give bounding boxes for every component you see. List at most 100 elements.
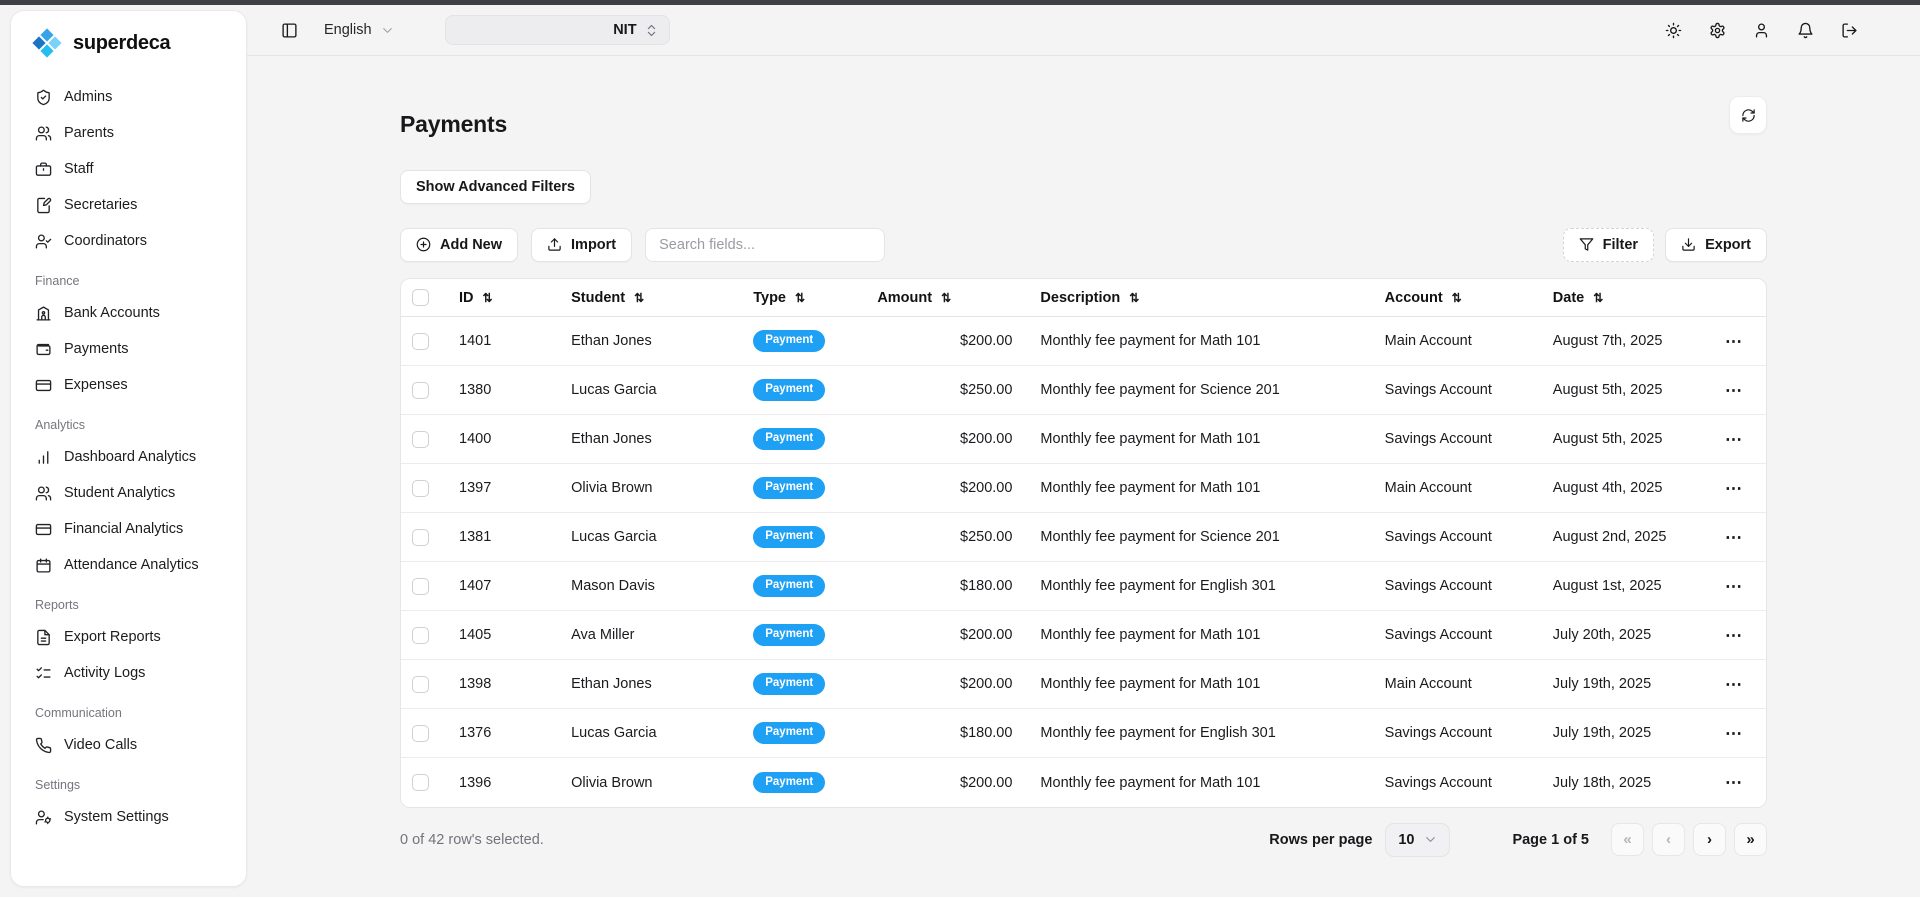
- sidebar-item-bank-accounts[interactable]: Bank Accounts: [24, 295, 233, 331]
- row-checkbox[interactable]: [412, 479, 429, 497]
- sidebar-item-staff[interactable]: Staff: [24, 151, 233, 187]
- sort-icon[interactable]: ⇅: [795, 291, 805, 305]
- theme-toggle-button[interactable]: [1665, 22, 1682, 39]
- search-input[interactable]: [645, 227, 886, 262]
- row-checkbox[interactable]: [412, 675, 429, 693]
- cell-description: Monthly fee payment for Math 101: [1026, 414, 1371, 465]
- first-page-button[interactable]: «: [1611, 823, 1644, 857]
- language-selector[interactable]: English: [324, 22, 395, 38]
- export-button[interactable]: Export: [1665, 227, 1767, 262]
- table-header-row: ID ⇅ Student ⇅ Type ⇅ Amount ⇅ Description ⇅ …: [401, 278, 1766, 318]
- row-checkbox[interactable]: [412, 332, 429, 350]
- previous-page-button[interactable]: ‹: [1652, 823, 1685, 857]
- selection-info: 0 of 42 row's selected.: [400, 831, 544, 848]
- last-page-button[interactable]: »: [1734, 823, 1767, 857]
- sidebar-item-video-calls[interactable]: Video Calls: [24, 727, 233, 763]
- cell-description: Monthly fee payment for Math 101: [1026, 463, 1371, 514]
- column-header-account[interactable]: Account ⇅: [1385, 290, 1462, 306]
- row-checkbox[interactable]: [412, 577, 429, 595]
- user-cog-icon: [35, 809, 52, 825]
- row-actions-button[interactable]: ⋯: [1719, 576, 1749, 597]
- school-selector[interactable]: NIT: [444, 15, 670, 45]
- cell-student: Ava Miller: [557, 610, 740, 661]
- sidebar-item-admins[interactable]: Admins: [24, 79, 233, 115]
- row-actions-button[interactable]: ⋯: [1719, 331, 1749, 352]
- rows-per-page-select[interactable]: 10: [1385, 822, 1451, 857]
- row-actions-button[interactable]: ⋯: [1719, 772, 1749, 793]
- sidebar-toggle-button[interactable]: [281, 22, 298, 39]
- sidebar-item-financial-analytics[interactable]: Financial Analytics: [24, 511, 233, 547]
- column-header-type[interactable]: Type ⇅: [753, 290, 805, 306]
- sidebar-item-secretaries[interactable]: Secretaries: [24, 187, 233, 223]
- sidebar-item-parents[interactable]: Parents: [24, 115, 233, 151]
- sidebar-item-student-analytics[interactable]: Student Analytics: [24, 475, 233, 511]
- payment-type-badge: Payment: [753, 526, 826, 549]
- settings-button[interactable]: [1709, 22, 1726, 39]
- cell-amount: $200.00: [863, 414, 1027, 465]
- funnel-icon: [1579, 238, 1593, 252]
- sidebar-item-system-settings[interactable]: System Settings: [24, 799, 233, 835]
- bank-building-icon: [36, 305, 51, 321]
- column-header-student[interactable]: Student ⇅: [571, 290, 644, 306]
- table-row: 1400 Ethan Jones Payment $200.00 Monthly…: [401, 414, 1766, 465]
- refresh-button[interactable]: [1729, 96, 1767, 134]
- list-checks-icon: [36, 666, 51, 678]
- column-header-id[interactable]: ID ⇅: [459, 290, 493, 306]
- sidebar-item-activity-logs[interactable]: Activity Logs: [24, 655, 233, 691]
- row-checkbox[interactable]: [412, 724, 429, 742]
- sidebar-item-dashboard-analytics[interactable]: Dashboard Analytics: [24, 439, 233, 475]
- sidebar-item-label: Secretaries: [64, 197, 138, 213]
- sort-icon[interactable]: ⇅: [941, 291, 951, 305]
- credit-card-icon: [35, 523, 52, 535]
- sort-icon[interactable]: ⇅: [634, 291, 644, 305]
- sort-icon[interactable]: ⇅: [1593, 291, 1603, 305]
- cell-account: Savings Account: [1370, 512, 1539, 563]
- sidebar-item-coordinators[interactable]: Coordinators: [24, 223, 233, 259]
- notifications-button[interactable]: [1797, 22, 1814, 39]
- brand-logo-row[interactable]: superdeca: [11, 27, 246, 69]
- school-selector-value: NIT: [613, 22, 637, 38]
- cell-account: Savings Account: [1370, 365, 1539, 416]
- show-advanced-filters-button[interactable]: Show Advanced Filters: [400, 169, 591, 204]
- filter-button[interactable]: Filter: [1562, 227, 1655, 262]
- row-actions-button[interactable]: ⋯: [1719, 527, 1749, 548]
- column-header-date[interactable]: Date ⇅: [1553, 290, 1604, 306]
- select-all-checkbox[interactable]: [412, 289, 429, 307]
- sidebar-item-expenses[interactable]: Expenses: [24, 367, 233, 403]
- column-header-description[interactable]: Description ⇅: [1040, 290, 1139, 306]
- cell-id: 1398: [445, 659, 558, 710]
- next-page-button[interactable]: ›: [1693, 823, 1726, 857]
- import-button[interactable]: Import: [531, 227, 633, 262]
- row-actions-button[interactable]: ⋯: [1719, 478, 1749, 499]
- cell-account: Savings Account: [1370, 414, 1539, 465]
- row-checkbox[interactable]: [412, 430, 429, 448]
- row-actions-button[interactable]: ⋯: [1719, 429, 1749, 450]
- payment-type-badge: Payment: [753, 575, 826, 598]
- logout-button[interactable]: [1841, 22, 1858, 39]
- row-checkbox[interactable]: [412, 381, 429, 399]
- sort-icon[interactable]: ⇅: [483, 291, 493, 305]
- table-row: 1407 Mason Davis Payment $180.00 Monthly…: [401, 561, 1766, 612]
- row-actions-button[interactable]: ⋯: [1719, 625, 1749, 646]
- sidebar-item-attendance-analytics[interactable]: Attendance Analytics: [24, 547, 233, 583]
- payment-type-badge: Payment: [753, 624, 826, 647]
- cell-date: August 4th, 2025: [1538, 463, 1702, 514]
- profile-button[interactable]: [1753, 22, 1770, 39]
- row-checkbox[interactable]: [412, 528, 429, 546]
- sidebar-item-export-reports[interactable]: Export Reports: [24, 619, 233, 655]
- shield-check-icon: [37, 89, 50, 105]
- row-actions-button[interactable]: ⋯: [1719, 380, 1749, 401]
- sort-icon[interactable]: ⇅: [1452, 291, 1462, 305]
- column-header-amount[interactable]: Amount ⇅: [877, 290, 951, 306]
- credit-card-icon: [35, 379, 52, 391]
- sidebar-item-payments[interactable]: Payments: [24, 331, 233, 367]
- row-checkbox[interactable]: [412, 774, 429, 792]
- row-actions-button[interactable]: ⋯: [1719, 723, 1749, 744]
- sidebar-nav: Admins Parents Staff Secretaries Coordin…: [11, 69, 246, 835]
- row-checkbox[interactable]: [412, 626, 429, 644]
- filter-label: Filter: [1602, 236, 1639, 253]
- sidebar-item-label: Activity Logs: [64, 665, 146, 681]
- add-new-button[interactable]: Add New: [400, 227, 519, 262]
- sort-icon[interactable]: ⇅: [1129, 291, 1139, 305]
- row-actions-button[interactable]: ⋯: [1719, 674, 1749, 695]
